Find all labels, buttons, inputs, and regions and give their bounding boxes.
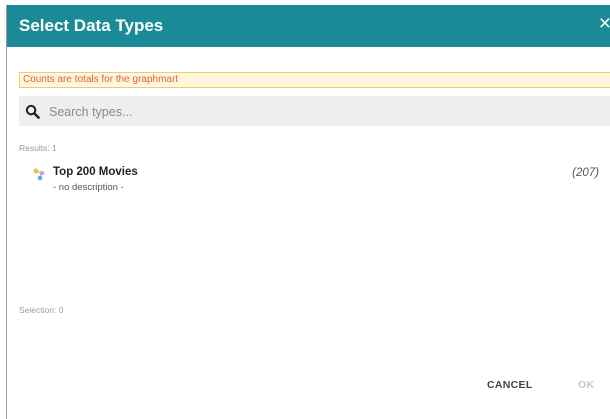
item-description: - no description -: [53, 182, 124, 193]
item-name: Top 200 Movies: [53, 166, 138, 178]
cancel-button[interactable]: CANCEL: [487, 379, 533, 391]
search-bar: [19, 96, 610, 126]
dialog-title: Select Data Types: [19, 16, 164, 35]
close-icon[interactable]: ×: [599, 13, 610, 35]
list-item[interactable]: Top 200 Movies - no description - (207): [19, 160, 609, 198]
data-type-icon: [33, 168, 45, 181]
item-count: (207): [572, 167, 599, 179]
search-input[interactable]: [47, 101, 591, 123]
ok-button[interactable]: OK: [578, 379, 594, 391]
selection-count: Selection: 0: [19, 305, 64, 315]
select-data-types-dialog: Select Data Types × Counts are totals fo…: [6, 5, 610, 419]
counts-warning: Counts are totals for the graphmart: [19, 72, 610, 88]
dialog-header: Select Data Types ×: [7, 5, 610, 47]
results-count: Results: 1: [19, 143, 57, 153]
search-icon: [25, 104, 40, 119]
